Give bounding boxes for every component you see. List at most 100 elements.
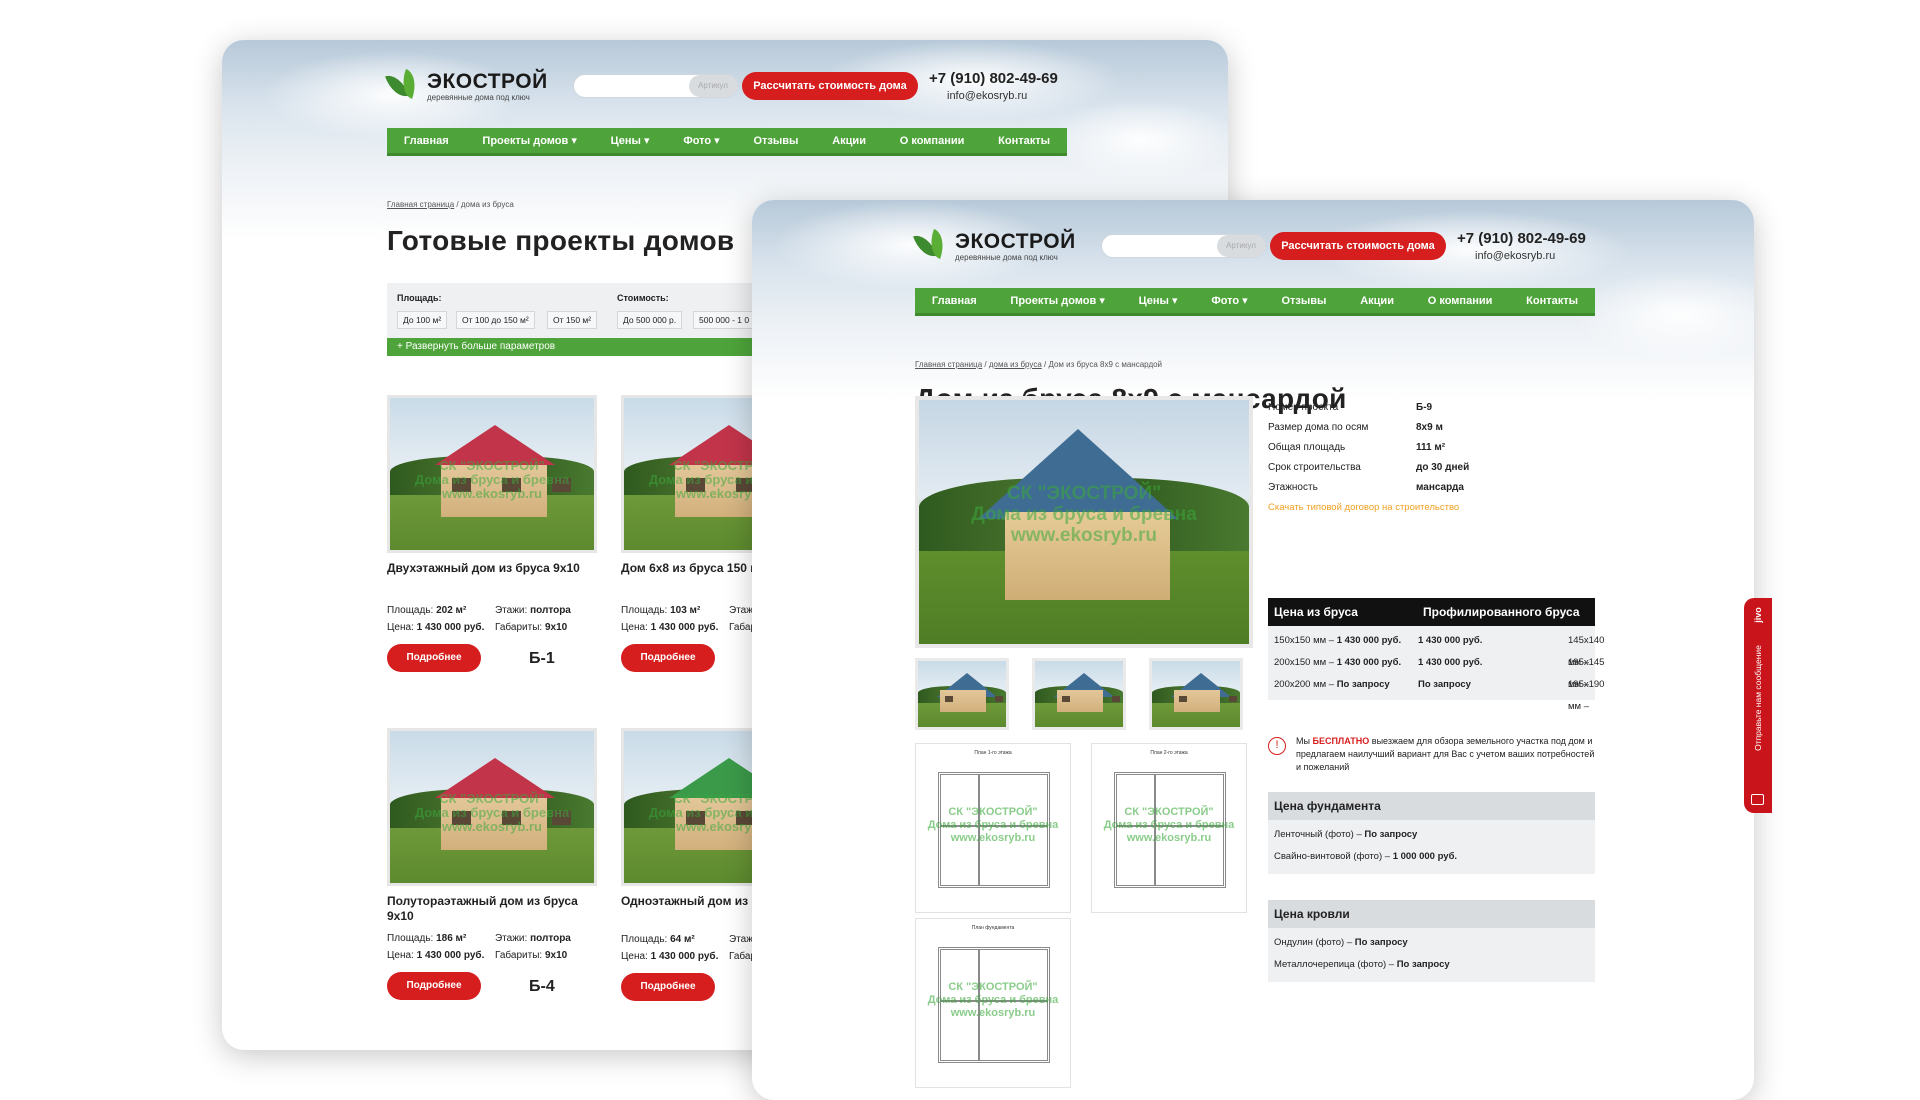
nav-projects[interactable]: Проекты домов ▾ xyxy=(1010,294,1104,307)
project-image[interactable]: СК "ЭКОСТРОЙ" Дома из бруса и бревна www.e… xyxy=(387,395,597,553)
download-contract-link[interactable]: Скачать типовой договор на строительство xyxy=(1268,498,1598,518)
details-button[interactable]: Подробнее xyxy=(387,972,481,1000)
spec-row: Размер дома по осям 8x9 м xyxy=(1268,422,1443,433)
watermark: СК "ЭКОСТРОЙ" Дома из бруса и бревна www.e… xyxy=(414,457,570,501)
breadcrumb-home[interactable]: Главная страница xyxy=(915,360,982,369)
nav-home[interactable]: Главная xyxy=(404,135,449,147)
nav-projects[interactable]: Проекты домов ▾ xyxy=(482,134,576,147)
gallery-thumb-1[interactable] xyxy=(915,658,1009,730)
main-nav: Главная Проекты домов ▾ Цены ▾ Фото ▾ От… xyxy=(387,128,1067,156)
search-button[interactable]: Артикул xyxy=(1217,235,1265,257)
list-item: Свайно-винтовой (фото) – 1 000 000 руб. xyxy=(1274,851,1458,862)
nav-photo[interactable]: Фото ▾ xyxy=(683,134,719,147)
project-code: Б-4 xyxy=(529,977,555,995)
price-chip-1[interactable]: До 500 000 р. xyxy=(617,311,683,329)
exclamation-icon: ! xyxy=(1268,737,1286,755)
site-logo[interactable]: ЭКОСТРОЙ деревянные дома под ключ xyxy=(913,229,1076,262)
list-item: Металлочерепица (фото) – По запросу xyxy=(1274,959,1450,970)
foundation-price-block: Цена фундамента Ленточный (фото) – По за… xyxy=(1268,792,1595,874)
area-chip-1[interactable]: До 100 м² xyxy=(397,311,448,329)
nav-reviews[interactable]: Отзывы xyxy=(753,135,798,147)
watermark: СК "ЭКОСТРОЙ" Дома из бруса и бревна www.e… xyxy=(927,806,1059,844)
details-button[interactable]: Подробнее xyxy=(621,973,715,1001)
project-info: Площадь: 186 м² Этажи: полтора Цена: 1 43… xyxy=(387,933,571,961)
floor-plan-1[interactable]: План 1-го этажа СК "ЭКОСТРОЙ" Дома из брус… xyxy=(915,743,1071,913)
phone-link[interactable]: +7 (910) 802-49-69 xyxy=(929,70,1058,87)
project-title[interactable]: Полутораэтажный дом из бруса 9x10 xyxy=(387,894,597,924)
leaf-icon xyxy=(913,229,949,261)
jivo-logo: jivo xyxy=(1752,607,1763,623)
phone-link[interactable]: +7 (910) 802-49-69 xyxy=(1457,230,1586,247)
breadcrumb-current: Дом из бруса 8x9 с мансардой xyxy=(1048,360,1163,369)
roof-price-block: Цена кровли Ондулин (фото) – По запросу … xyxy=(1268,900,1595,982)
main-nav: Главная Проекты домов ▾ Цены ▾ Фото ▾ От… xyxy=(915,288,1595,316)
nav-reviews[interactable]: Отзывы xyxy=(1281,295,1326,307)
breadcrumb-home[interactable]: Главная страница xyxy=(387,200,454,209)
floor-plan-2[interactable]: План 2-го этажа СК "ЭКОСТРОЙ" Дома из брус… xyxy=(1091,743,1247,913)
gallery-thumb-3[interactable] xyxy=(1149,658,1243,730)
brand-tagline: деревянные дома под ключ xyxy=(427,93,530,102)
free-visit-note: ! Мы БЕСПЛАТНО выезжаем для обзора земел… xyxy=(1268,735,1595,774)
chat-widget-tab[interactable]: jivo Отправьте нам сообщение xyxy=(1744,598,1772,813)
nav-about[interactable]: О компании xyxy=(900,135,965,147)
watermark: СК "ЭКОСТРОЙ" Дома из бруса и бревна www.e… xyxy=(414,790,570,834)
area-chip-3[interactable]: От 150 м² xyxy=(547,311,598,329)
nav-photo[interactable]: Фото ▾ xyxy=(1211,294,1247,307)
project-image[interactable]: СК "ЭКОСТРОЙ" Дома из бруса и бревна www.e… xyxy=(387,728,597,886)
email-link[interactable]: info@ekosryb.ru xyxy=(1475,250,1555,262)
spec-row: Этажность мансарда xyxy=(1268,482,1464,493)
list-item: Ондулин (фото) – По запросу xyxy=(1274,937,1408,948)
price-chip-2[interactable]: 500 000 - 1 0 xyxy=(693,311,756,329)
nav-about[interactable]: О компании xyxy=(1428,295,1493,307)
watermark: СК "ЭКОСТРОЙ" Дома из бруса и бревна www.e… xyxy=(927,981,1059,1019)
nav-contacts[interactable]: Контакты xyxy=(998,135,1050,147)
brand-name: ЭКОСТРОЙ xyxy=(427,70,548,93)
area-chip-2[interactable]: От 100 до 150 м² xyxy=(456,311,535,329)
chat-label: Отправьте нам сообщение xyxy=(1753,645,1763,751)
watermark: СК "ЭКОСТРОЙ" Дома из бруса и бревна www.e… xyxy=(971,482,1197,546)
nav-home[interactable]: Главная xyxy=(932,295,977,307)
calculate-cost-button[interactable]: Рассчитать стоимость дома xyxy=(1270,232,1446,260)
nav-contacts[interactable]: Контакты xyxy=(1526,295,1578,307)
table-row: 200x200 мм – По запросу 195x190 мм – По з… xyxy=(1274,679,1605,712)
search-button[interactable]: Артикул xyxy=(689,75,737,97)
project-card: СК "ЭКОСТРОЙ" Дома из бруса и бревна www.e… xyxy=(387,728,597,1000)
price-filter-label: Стоимость: xyxy=(617,293,669,303)
breadcrumb-current: дома из бруса xyxy=(460,200,514,209)
details-button[interactable]: Подробнее xyxy=(621,644,715,672)
foundation-plan[interactable]: План фундамента СК "ЭКОСТРОЙ" Дома из брус… xyxy=(915,918,1071,1088)
site-logo[interactable]: ЭКОСТРОЙ деревянные дома под ключ xyxy=(385,69,548,102)
nav-prices[interactable]: Цены ▾ xyxy=(1139,294,1178,307)
table-row: 200x150 мм – 1 430 000 руб. 195x145 мм – … xyxy=(1274,657,1605,690)
expand-filters-link[interactable]: + Развернуть больше параметров xyxy=(387,338,807,356)
calculate-cost-button[interactable]: Рассчитать стоимость дома xyxy=(742,72,918,100)
foundation-title: Цена фундамента xyxy=(1268,792,1595,820)
details-button[interactable]: Подробнее xyxy=(387,644,481,672)
nav-prices[interactable]: Цены ▾ xyxy=(611,134,650,147)
nav-promo[interactable]: Акции xyxy=(832,135,866,147)
nav-promo[interactable]: Акции xyxy=(1360,295,1394,307)
project-specs: Номер проекта Б-9 Размер дома по осям 8x9 … xyxy=(1268,398,1598,518)
table-row: 150x150 мм – 1 430 000 руб. 145x140 мм – … xyxy=(1274,635,1605,668)
project-title[interactable]: Двухэтажный дом из бруса 9x10 xyxy=(387,561,597,576)
search-input[interactable]: Артикул xyxy=(1101,234,1266,258)
price-table-header: Цена из бруса Профилированного бруса xyxy=(1268,598,1595,626)
search-input[interactable]: Артикул xyxy=(573,74,738,98)
brand-name: ЭКОСТРОЙ xyxy=(955,230,1076,253)
list-item: Ленточный (фото) – По запросу xyxy=(1274,829,1418,840)
breadcrumb: Главная страница / дома из бруса / Дом и… xyxy=(915,360,1163,369)
watermark: СК "ЭКОСТРОЙ" Дома из бруса и бревна www.e… xyxy=(1103,806,1235,844)
area-filter-label: Площадь: xyxy=(397,293,442,303)
breadcrumb: Главная страница / дома из бруса xyxy=(387,200,514,209)
project-card: СК "ЭКОСТРОЙ" Дома из бруса и бревна www.e… xyxy=(387,395,597,672)
product-window: ЭКОСТРОЙ деревянные дома под ключ Артикул… xyxy=(752,200,1754,1100)
page-title: Готовые проекты домов xyxy=(387,225,735,256)
project-info: Площадь: 202 м² Этажи: полтора Цена: 1 43… xyxy=(387,605,571,633)
roof-title: Цена кровли xyxy=(1268,900,1595,928)
email-link[interactable]: info@ekosryb.ru xyxy=(947,90,1027,102)
main-product-image[interactable]: СК "ЭКОСТРОЙ" Дома из бруса и бревна www.e… xyxy=(915,396,1253,648)
gallery-thumb-2[interactable] xyxy=(1032,658,1126,730)
spec-row: Срок строительства до 30 дней xyxy=(1268,462,1470,473)
breadcrumb-category[interactable]: дома из бруса xyxy=(989,360,1042,369)
spec-row: Общая площадь 111 м² xyxy=(1268,442,1446,453)
